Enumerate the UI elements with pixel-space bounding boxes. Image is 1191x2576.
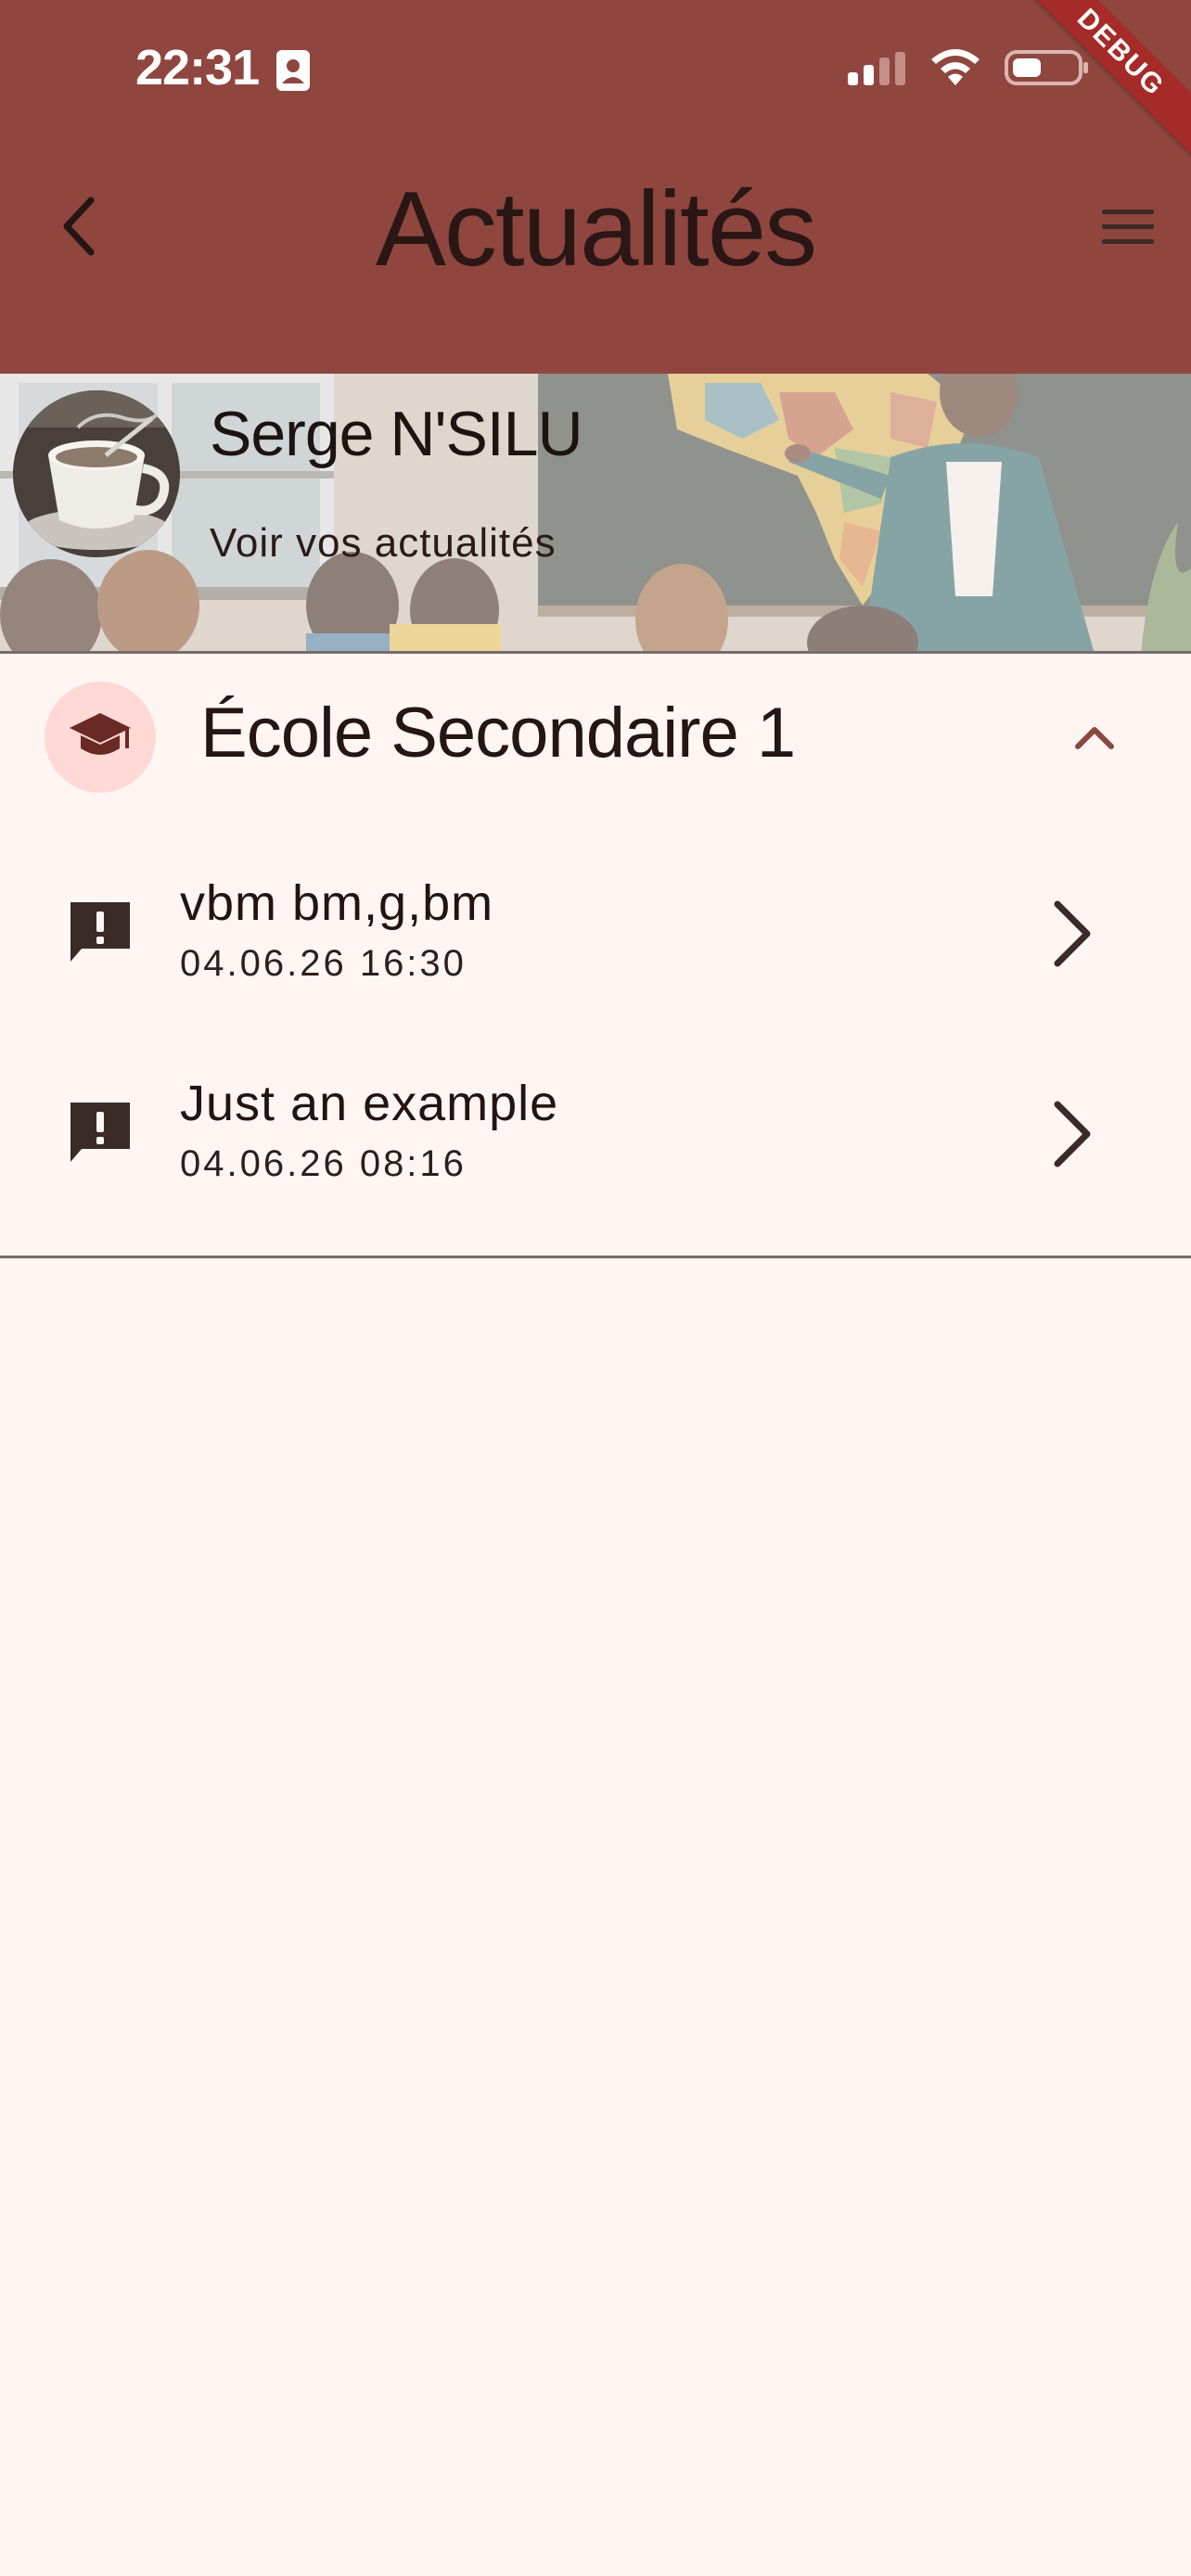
chevron-right-icon[interactable] bbox=[1046, 1097, 1098, 1171]
school-title: École Secondaire 1 bbox=[200, 694, 796, 772]
profile-banner[interactable]: Serge N'SILU Voir vos actualités bbox=[0, 374, 1191, 654]
news-title: Just an example bbox=[180, 1076, 559, 1131]
news-date: 04.06.26 16:30 bbox=[180, 943, 467, 984]
news-title: vbm bm,g,bm bbox=[180, 875, 494, 931]
graduation-cap-icon bbox=[70, 713, 131, 755]
profile-name: Serge N'SILU bbox=[210, 399, 583, 469]
feedback-alert-icon bbox=[70, 1103, 130, 1162]
battery-icon bbox=[1005, 50, 1088, 85]
collapse-button[interactable] bbox=[1069, 711, 1121, 763]
school-expansion-header[interactable]: École Secondaire 1 bbox=[0, 654, 1191, 811]
news-date: 04.06.26 08:16 bbox=[180, 1143, 467, 1184]
banner-overlay bbox=[0, 374, 1191, 651]
status-time: 22:31 bbox=[135, 40, 260, 96]
school-icon-circle bbox=[45, 682, 156, 793]
news-list-item[interactable]: Just an example 04.06.26 08:16 bbox=[0, 1039, 1191, 1225]
feedback-alert-icon bbox=[70, 902, 130, 962]
profile-subtitle[interactable]: Voir vos actualités bbox=[210, 520, 557, 567]
news-list-item[interactable]: vbm bm,g,bm 04.06.26 16:30 bbox=[0, 839, 1191, 1025]
contact-card-icon bbox=[276, 50, 310, 91]
wifi-icon bbox=[931, 49, 980, 85]
section-divider bbox=[0, 1256, 1191, 1258]
coffee-cup-image bbox=[13, 390, 180, 557]
chevron-right-icon[interactable] bbox=[1046, 897, 1098, 971]
page-title: Actualités bbox=[375, 171, 817, 288]
cellular-signal-icon bbox=[848, 52, 905, 85]
chevron-up-icon bbox=[1075, 727, 1114, 749]
app-bar: 22:31 DEBUG Actualités bbox=[0, 0, 1191, 374]
hamburger-menu-icon[interactable] bbox=[1100, 206, 1156, 249]
avatar bbox=[13, 390, 180, 557]
